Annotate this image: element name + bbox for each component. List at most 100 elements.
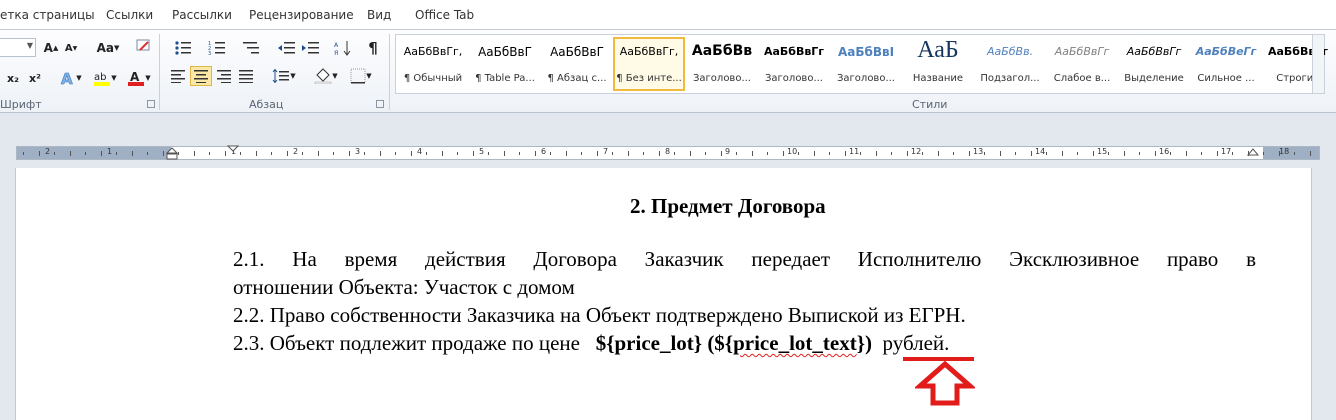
font-color-button[interactable]: A ▼ (124, 68, 154, 88)
ruler-tick (193, 151, 195, 156)
sort-button[interactable]: АЯ (332, 38, 354, 58)
ruler-tick (798, 152, 799, 155)
ruler-tick (612, 152, 613, 155)
text-effects-button[interactable]: A ▼ (58, 68, 84, 88)
style-title[interactable]: АаБ Название (903, 37, 973, 91)
ruler-tick (953, 152, 954, 155)
align-center-icon (194, 70, 208, 83)
subscript-icon: x₂ (7, 71, 19, 85)
ruler-tick (1170, 152, 1171, 155)
clear-formatting-button[interactable] (134, 36, 154, 56)
ruler-tick (736, 152, 737, 155)
tab-mailings[interactable]: Рассылки (172, 8, 232, 22)
align-center-button[interactable] (190, 66, 212, 86)
increase-indent-icon (302, 42, 319, 54)
tab-page-layout[interactable]: етка страницы (0, 8, 95, 22)
style-name: ¶ Обычный (403, 73, 463, 84)
font-group-label: Шрифт (0, 98, 42, 111)
style-heading-3[interactable]: АаБбВвІ Заголово... (831, 37, 901, 91)
ruler-number: 9 (725, 147, 731, 156)
highlighter-icon: ab (94, 72, 111, 86)
clear-formatting-icon (136, 39, 150, 51)
style-sample: АаБбВвГ (478, 45, 532, 59)
ruler-tick (364, 152, 365, 155)
document-page[interactable]: 2. Предмет Договора 2.1. На время действ… (15, 168, 1312, 420)
line-spacing-button[interactable]: ▼ (268, 66, 300, 86)
style-normal[interactable]: АаБбВвГг, ¶ Обычный (398, 37, 468, 91)
superscript-button[interactable]: x² (26, 68, 44, 88)
style-no-spacing[interactable]: АаБбВвГг, ¶ Без инте... (613, 37, 685, 91)
horizontal-ruler[interactable]: 2 1 1 2 3 4 5 6 7 8 9 10 11 12 13 14 15 … (16, 145, 1320, 161)
paragraph-2-3-prefix: 2.3. Объект подлежит продаже по цене (233, 331, 580, 355)
style-table-paragraph[interactable]: АаБбВвГ ¶ Table Pa... (470, 37, 540, 91)
align-right-icon (217, 70, 231, 83)
styles-group-label: Стили (912, 98, 948, 111)
ruler-tick (488, 152, 489, 155)
decrease-indent-icon (278, 42, 295, 54)
style-heading-1[interactable]: АаБбВв Заголово... (687, 37, 757, 91)
ruler-tick (534, 151, 536, 156)
style-sample: АаБбВвГг (1126, 45, 1182, 58)
bullets-button[interactable] (168, 38, 198, 58)
style-sample: АаБбВвГг, (403, 45, 463, 58)
ruler-tick (1154, 151, 1156, 156)
ruler-tick (1232, 152, 1233, 155)
shrink-font-button[interactable]: A ▼ (62, 38, 80, 58)
ruler-tick (658, 151, 660, 156)
align-right-button[interactable] (214, 66, 234, 86)
align-left-button[interactable] (168, 66, 188, 86)
style-subtle-emphasis[interactable]: АаБбВвГг Слабое в... (1047, 37, 1117, 91)
price-text-close: }) (856, 331, 872, 355)
font-dialog-launcher[interactable] (147, 100, 155, 108)
numbering-button[interactable]: 123 (202, 38, 232, 58)
change-case-button[interactable]: Aa ▼ (94, 38, 122, 58)
ruler-tick (860, 152, 861, 155)
subscript-button[interactable]: x₂ (4, 68, 22, 88)
ruler-tick (1139, 152, 1140, 155)
right-indent-marker-icon[interactable] (1247, 147, 1259, 161)
multilevel-list-button[interactable] (236, 38, 266, 58)
show-formatting-marks-button[interactable]: ¶ (362, 38, 384, 58)
increase-indent-button[interactable] (300, 38, 322, 58)
style-list-paragraph[interactable]: АаБбВвГ ¶ Абзац с... (542, 37, 612, 91)
style-name: Подзагол... (980, 73, 1040, 84)
style-sample: АаБбВвГ (550, 45, 604, 59)
style-subtitle[interactable]: АаБбВв. Подзагол... (975, 37, 1045, 91)
tab-references[interactable]: Ссылки (106, 8, 153, 22)
ruler-number: 11 (849, 147, 860, 156)
tab-office-tab[interactable]: Office Tab (415, 8, 474, 22)
ruler-tick (984, 152, 985, 155)
style-name: Заголово... (837, 73, 895, 84)
style-emphasis[interactable]: АаБбВвГг Выделение (1119, 37, 1189, 91)
grow-font-button[interactable]: A ▲ (42, 38, 60, 58)
style-heading-2[interactable]: АаБбВвГг Заголово... (759, 37, 829, 91)
paragraph-2-3: 2.3. Объект подлежит продаже по цене ${p… (233, 331, 949, 356)
justify-button[interactable] (236, 66, 256, 86)
ruler-tick (550, 152, 551, 155)
paragraph-dialog-launcher[interactable] (376, 100, 384, 108)
ruler-tick (54, 152, 55, 155)
ruler-tick (1077, 152, 1078, 155)
first-line-indent-marker-icon[interactable] (227, 145, 239, 153)
style-intense-emphasis[interactable]: АаБбВеГг Сильное ... (1191, 37, 1261, 91)
font-size-select[interactable]: ▼ (0, 38, 36, 57)
bullet-list-icon (175, 41, 191, 55)
left-indent-marker-icon[interactable] (166, 147, 178, 161)
ruler-tick (162, 151, 164, 156)
decrease-indent-button[interactable] (276, 38, 298, 58)
ruler-tick (286, 151, 288, 156)
ruler-tick (844, 151, 846, 156)
ruler-right-margin (1263, 147, 1319, 159)
price-lot-text-placeholder: price_lot_text (733, 331, 857, 355)
section-heading: 2. Предмет Договора (630, 194, 826, 218)
ruler-tick (1294, 152, 1295, 155)
styles-gallery-scroll[interactable] (1312, 35, 1324, 93)
highlight-button[interactable]: ab ▼ (90, 68, 120, 88)
tab-review[interactable]: Рецензирование (249, 8, 354, 22)
borders-button[interactable]: ▼ (346, 66, 376, 86)
shading-button[interactable]: ▼ (310, 66, 342, 86)
style-sample: АаБбВвІ (837, 45, 895, 59)
ruler-tick (1092, 151, 1094, 156)
ruler-number: 14 (1035, 147, 1046, 156)
tab-view[interactable]: Вид (367, 8, 391, 22)
